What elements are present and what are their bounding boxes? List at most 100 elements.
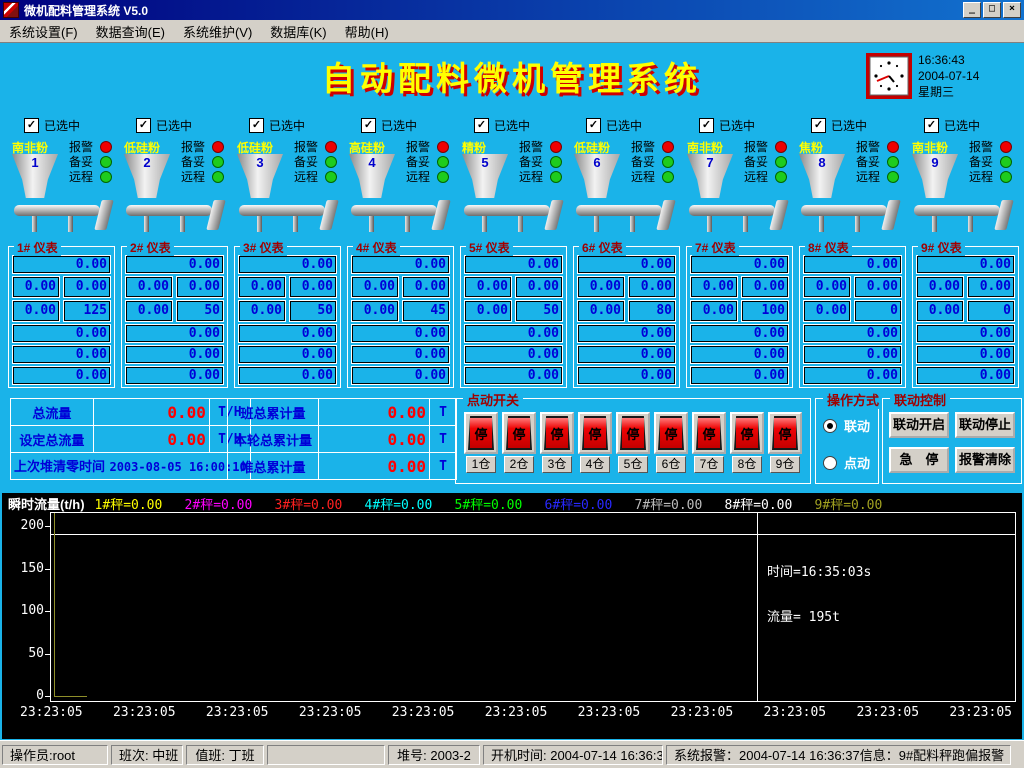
radio-linked-label: 联动 (844, 416, 870, 435)
status-spare (267, 745, 385, 765)
meter-field: 0.00 (352, 301, 398, 321)
chart-cursor-line[interactable] (757, 513, 758, 701)
meter-flow-field: 0.00 (352, 256, 449, 273)
radio-icon[interactable] (823, 456, 837, 470)
menu-system-settings[interactable]: 系统设置(F) (0, 20, 87, 43)
selected-checkbox[interactable]: ✓ (924, 118, 939, 133)
minimize-button[interactable]: _ (963, 2, 981, 18)
jog-switch-bin6[interactable]: 停6仓 (654, 412, 688, 473)
hopper-icon: 3 (237, 154, 283, 198)
ready-indicator (775, 156, 787, 168)
round-total-label: 本轮总累计量 (228, 426, 319, 453)
selected-label: 已选中 (719, 117, 755, 134)
stop-rocker[interactable]: 停 (468, 416, 494, 450)
radio-linked[interactable]: 联动 (823, 416, 870, 435)
status-system-alarm: 系统报警：2004-07-14 16:36:37信息：9#配料秤跑偏报警 (666, 745, 1011, 765)
jog-switch-bin1[interactable]: 停1仓 (464, 412, 498, 473)
link-start-button[interactable]: 联动开启 (889, 412, 949, 438)
window-title: 微机配料管理系统 V5.0 (24, 2, 148, 19)
pile-total-value: 0.00 (319, 453, 430, 480)
jog-switch-bin5[interactable]: 停5仓 (616, 412, 650, 473)
jog-switch-bin8[interactable]: 停8仓 (730, 412, 764, 473)
meter-field: 0.00 (578, 346, 675, 363)
meter-setpoint-field[interactable]: 0 (968, 301, 1014, 321)
meter-field: 0.00 (126, 367, 223, 384)
radio-icon[interactable] (823, 419, 837, 433)
stop-rocker[interactable]: 停 (772, 416, 798, 450)
meter-flow-field: 0.00 (691, 256, 788, 273)
meter-field: 0.00 (804, 367, 901, 384)
hopper-unit-4: ✓已选中 高硅粉 4 报警 备妥 远程 (349, 118, 461, 234)
flow-totals-table: 总流量 0.00 T/H 设定总流量 0.00 T/H 上次堆清零时间 2003… (10, 398, 251, 480)
meter-panel-4: 4# 仪表 0.00 0.000.00 0.0045 0.00 0.00 0.0… (347, 246, 454, 388)
set-flow-label: 设定总流量 (11, 426, 94, 453)
meter-panel-1: 1# 仪表 0.00 0.000.00 0.00125 0.00 0.00 0.… (8, 246, 115, 388)
radio-jog[interactable]: 点动 (823, 453, 870, 472)
selected-checkbox[interactable]: ✓ (474, 118, 489, 133)
meter-setpoint-field[interactable]: 45 (403, 301, 449, 321)
jog-switch-bin9[interactable]: 停 9仓 (768, 412, 802, 473)
menu-help[interactable]: 帮助(H) (336, 20, 398, 43)
meter-setpoint-field[interactable]: 50 (290, 301, 336, 321)
alarm-indicator (887, 141, 899, 153)
meter-panel-7: 7# 仪表 0.00 0.000.00 0.00100 0.00 0.00 0.… (686, 246, 793, 388)
clock-icon (866, 53, 912, 99)
stop-rocker[interactable]: 停 (658, 416, 684, 450)
bin-label: 9仓 (770, 456, 800, 473)
selected-checkbox[interactable]: ✓ (24, 118, 39, 133)
maximize-button[interactable]: □ (983, 2, 1001, 18)
menu-database[interactable]: 数据库(K) (261, 20, 335, 43)
alarm-clear-button[interactable]: 报警清除 (955, 447, 1015, 473)
remote-indicator (437, 171, 449, 183)
link-stop-button[interactable]: 联动停止 (955, 412, 1015, 438)
meter-setpoint-field[interactable]: 50 (177, 301, 223, 321)
meter-setpoint-field[interactable]: 100 (742, 301, 788, 321)
remote-label: 远程 (181, 168, 205, 185)
status-boot-time: 开机时间: 2004-07-14 16:36:34 (483, 745, 663, 765)
hopper-name: 焦粉 (799, 139, 855, 153)
op-mode-title: 操作方式 (823, 390, 883, 409)
jog-switch-bin2[interactable]: 停2仓 (502, 412, 536, 473)
menu-system-maintenance[interactable]: 系统维护(V) (174, 20, 261, 43)
meter-field: 0.00 (13, 346, 110, 363)
meter-field: 0.00 (917, 346, 1014, 363)
emergency-stop-button[interactable]: 急 停 (889, 447, 949, 473)
selected-checkbox[interactable]: ✓ (249, 118, 264, 133)
plot-area[interactable]: 时间=16:35:03s 流量= 195t (50, 512, 1016, 702)
hopper-number: 2 (124, 155, 170, 170)
selected-checkbox[interactable]: ✓ (136, 118, 151, 133)
meter-panel-9: 9# 仪表 0.00 0.000.00 0.000 0.00 0.00 0.00 (912, 246, 1019, 388)
conveyor-icon (239, 200, 347, 232)
selected-checkbox[interactable]: ✓ (361, 118, 376, 133)
selected-checkbox[interactable]: ✓ (811, 118, 826, 133)
remote-indicator (662, 171, 674, 183)
remote-indicator (325, 171, 337, 183)
stop-rocker[interactable]: 停 (506, 416, 532, 450)
stop-rocker[interactable]: 停 (734, 416, 760, 450)
close-button[interactable]: × (1003, 2, 1021, 18)
selected-checkbox[interactable]: ✓ (586, 118, 601, 133)
remote-label: 远程 (969, 168, 993, 185)
meter-setpoint-field[interactable]: 50 (516, 301, 562, 321)
legend-scale-9: 9#秤=0.00 (815, 494, 891, 513)
stop-rocker[interactable]: 停 (620, 416, 646, 450)
hopper-name: 南非粉 (687, 139, 743, 153)
hopper-unit-9: ✓已选中 南非粉 9 报警 备妥 远程 (912, 118, 1024, 234)
menu-data-query[interactable]: 数据查询(E) (87, 20, 174, 43)
jog-switch-bin3[interactable]: 停3仓 (540, 412, 574, 473)
meter-field: 0.00 (239, 325, 336, 342)
stop-rocker[interactable]: 停 (696, 416, 722, 450)
bin-label: 7仓 (694, 456, 724, 473)
jog-switch-bin4[interactable]: 停4仓 (578, 412, 612, 473)
selected-label: 已选中 (44, 117, 80, 134)
meter-setpoint-field[interactable]: 125 (64, 301, 110, 321)
meter-setpoint-field[interactable]: 80 (629, 301, 675, 321)
conveyor-icon (14, 200, 122, 232)
selected-label: 已选中 (381, 117, 417, 134)
meter-setpoint-field[interactable]: 0 (855, 301, 901, 321)
jog-switch-bin7[interactable]: 停 7仓 (692, 412, 726, 473)
stop-rocker[interactable]: 停 (582, 416, 608, 450)
stop-rocker[interactable]: 停 (544, 416, 570, 450)
status-bar: 操作员:root 班次: 中班 值班: 丁班 堆号: 2003-2 开机时间: … (0, 740, 1024, 768)
selected-checkbox[interactable]: ✓ (699, 118, 714, 133)
